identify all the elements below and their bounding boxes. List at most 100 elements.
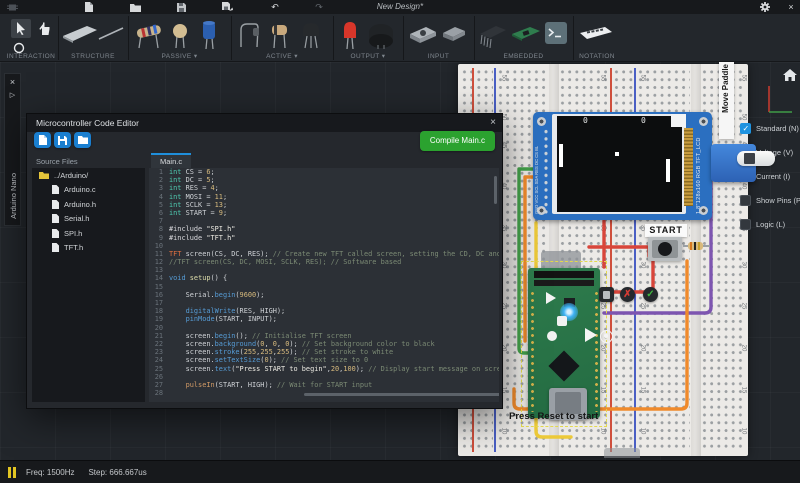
- tab-main-c[interactable]: Main.c: [151, 153, 191, 168]
- row-number: 20: [740, 345, 746, 352]
- board-play-icon[interactable]: [546, 292, 556, 304]
- checkbox: [740, 219, 751, 230]
- code-line: 23 screen.stroke(255,255,255); // Set st…: [149, 348, 499, 356]
- file-item[interactable]: Arduino.c: [32, 183, 145, 198]
- row-number: 30: [740, 262, 746, 269]
- hand-tool-icon[interactable]: [35, 19, 53, 38]
- capacitor-tool-icon[interactable]: [170, 23, 190, 49]
- potentiometer[interactable]: [711, 144, 756, 182]
- pong-paddle-left: [559, 144, 563, 167]
- electrolytic-capacitor-tool-icon[interactable]: [200, 20, 218, 50]
- mcu-chip: [548, 350, 579, 381]
- label-tag-tool-icon[interactable]: [579, 26, 613, 42]
- code-line: 22 screen.background(0, 0, 0); // Set ba…: [149, 340, 499, 348]
- transistor-tool-icon[interactable]: [299, 21, 323, 49]
- tft-side-label: 1.8"128x160 RGB TFT_LCD: [696, 124, 702, 214]
- folder-row[interactable]: ../Arduino/: [32, 168, 145, 183]
- file-icon: [52, 214, 59, 223]
- file-item[interactable]: SPI.h: [32, 226, 145, 241]
- code-area[interactable]: 1int CS = 6;2int DC = 5;3int RES = 4;4in…: [149, 168, 499, 402]
- tft-header-pins: [543, 128, 549, 216]
- deselect-icon[interactable]: ×: [5, 77, 20, 87]
- component-badge-icon[interactable]: [599, 287, 614, 302]
- resistor[interactable]: [683, 242, 710, 250]
- toolbar-group-interaction: INTERACTION: [4, 14, 58, 62]
- test-pass-icon[interactable]: ✓: [643, 287, 658, 302]
- led-tool-icon[interactable]: [341, 20, 359, 50]
- statusbar: Freq: 1500HzStep: 666.667us: [0, 460, 800, 483]
- code-line: 19 pinMode(START, INPUT);: [149, 315, 499, 323]
- row-number: 10: [639, 428, 645, 435]
- toolbar-group-notation: NOTATION: [573, 14, 621, 62]
- signal-diode-tool-icon[interactable]: [269, 22, 291, 49]
- settings-gear-icon[interactable]: [758, 1, 772, 13]
- row-number: 10: [599, 428, 605, 435]
- row-number: 55: [500, 75, 506, 82]
- file-item[interactable]: Serial.h: [32, 212, 145, 227]
- toolbar-group-embedded: EMBEDDED: [474, 14, 573, 62]
- code-line: 20: [149, 324, 499, 332]
- row-number: 35: [599, 225, 605, 232]
- option-standard[interactable]: Standard (N): [740, 121, 798, 145]
- checkbox: [740, 123, 751, 134]
- ic-chip-tool-icon[interactable]: [478, 22, 508, 48]
- sim-step: Step: 666.667us: [88, 468, 146, 477]
- probe-target-icon[interactable]: [600, 330, 613, 343]
- diode-tool-icon[interactable]: [237, 22, 261, 48]
- editor-new-file-button[interactable]: [34, 132, 51, 148]
- toolbar-group-output: OUTPUT ▾: [333, 14, 403, 62]
- compile-button[interactable]: Compile Main.c: [420, 131, 495, 151]
- row-number: 25: [740, 303, 746, 310]
- home-view-icon[interactable]: [783, 69, 797, 81]
- file-item[interactable]: Arduino.h: [32, 197, 145, 212]
- board-stop-icon[interactable]: [557, 316, 567, 326]
- breadboard-tool-icon[interactable]: [61, 24, 99, 44]
- toolbar-group-active: ACTIVE ▾: [231, 14, 333, 62]
- board-reset-icon[interactable]: [547, 331, 557, 341]
- component-toolbar: INTERACTION STRUCTURE PASSIVE ▾: [0, 14, 800, 62]
- run-component-icon[interactable]: ▷: [5, 91, 20, 99]
- dropdown-caret-icon: ▾: [294, 53, 298, 60]
- code-line: 18 digitalWrite(RES, HIGH);: [149, 307, 499, 315]
- pot-shaft[interactable]: [737, 151, 775, 166]
- selected-component-strip: × ▷ Arduino Nano: [4, 73, 21, 226]
- code-line: 16 Serial.begin(9600);: [149, 291, 499, 299]
- test-fail-icon[interactable]: ✗: [620, 287, 635, 302]
- toolbar-group-input: INPUT: [403, 14, 474, 62]
- cursor-tool-icon[interactable]: [11, 19, 31, 38]
- vertical-scrollbar[interactable]: [494, 176, 497, 204]
- code-line: 3int RES = 4;: [149, 184, 499, 192]
- file-item[interactable]: TFT.h: [32, 241, 145, 256]
- close-app-icon[interactable]: ×: [784, 1, 798, 13]
- pong-score-right: 0: [641, 116, 646, 125]
- row-number: 10: [740, 428, 746, 435]
- code-editor-window: Microcontroller Code Editor × Compile Ma…: [26, 113, 503, 409]
- editor-close-icon[interactable]: ×: [490, 114, 496, 132]
- pause-icon[interactable]: [8, 467, 18, 478]
- row-number: 15: [639, 387, 645, 394]
- wire-tool-icon[interactable]: [98, 26, 124, 41]
- resistor-tool-icon[interactable]: [135, 23, 163, 49]
- pushbutton-tool-icon[interactable]: [408, 24, 438, 46]
- code-line: 11TFT screen(CS, DC, RES); // Create new…: [149, 250, 499, 258]
- editor-save-button[interactable]: [54, 132, 71, 148]
- option-show-pins[interactable]: Show Pins (P): [740, 193, 798, 217]
- connector-tool-icon[interactable]: [441, 24, 467, 44]
- horizontal-scrollbar[interactable]: [304, 393, 499, 396]
- row-number: 10: [500, 428, 506, 435]
- axis-gizmo: [760, 84, 794, 116]
- row-number: 30: [639, 262, 645, 269]
- code-line: 26: [149, 373, 499, 381]
- ghost-component: [604, 448, 640, 458]
- editor-open-button[interactable]: [74, 132, 91, 148]
- buzzer-tool-icon[interactable]: [367, 22, 395, 50]
- tft-pin-labels: GND VCC SCL SDA RES DC CS BL: [534, 128, 539, 214]
- option-logic[interactable]: Logic (L): [740, 217, 798, 241]
- titlebar: ↶ ↷ New Design* ×: [0, 0, 800, 14]
- run-cursor-icon[interactable]: [585, 328, 597, 342]
- terminal-tool-icon[interactable]: [545, 22, 567, 44]
- code-line: 14void setup() {: [149, 274, 499, 282]
- editor-titlebar[interactable]: Microcontroller Code Editor ×: [27, 114, 502, 132]
- mcu-board-tool-icon[interactable]: [510, 25, 542, 43]
- start-pushbutton[interactable]: [648, 237, 682, 261]
